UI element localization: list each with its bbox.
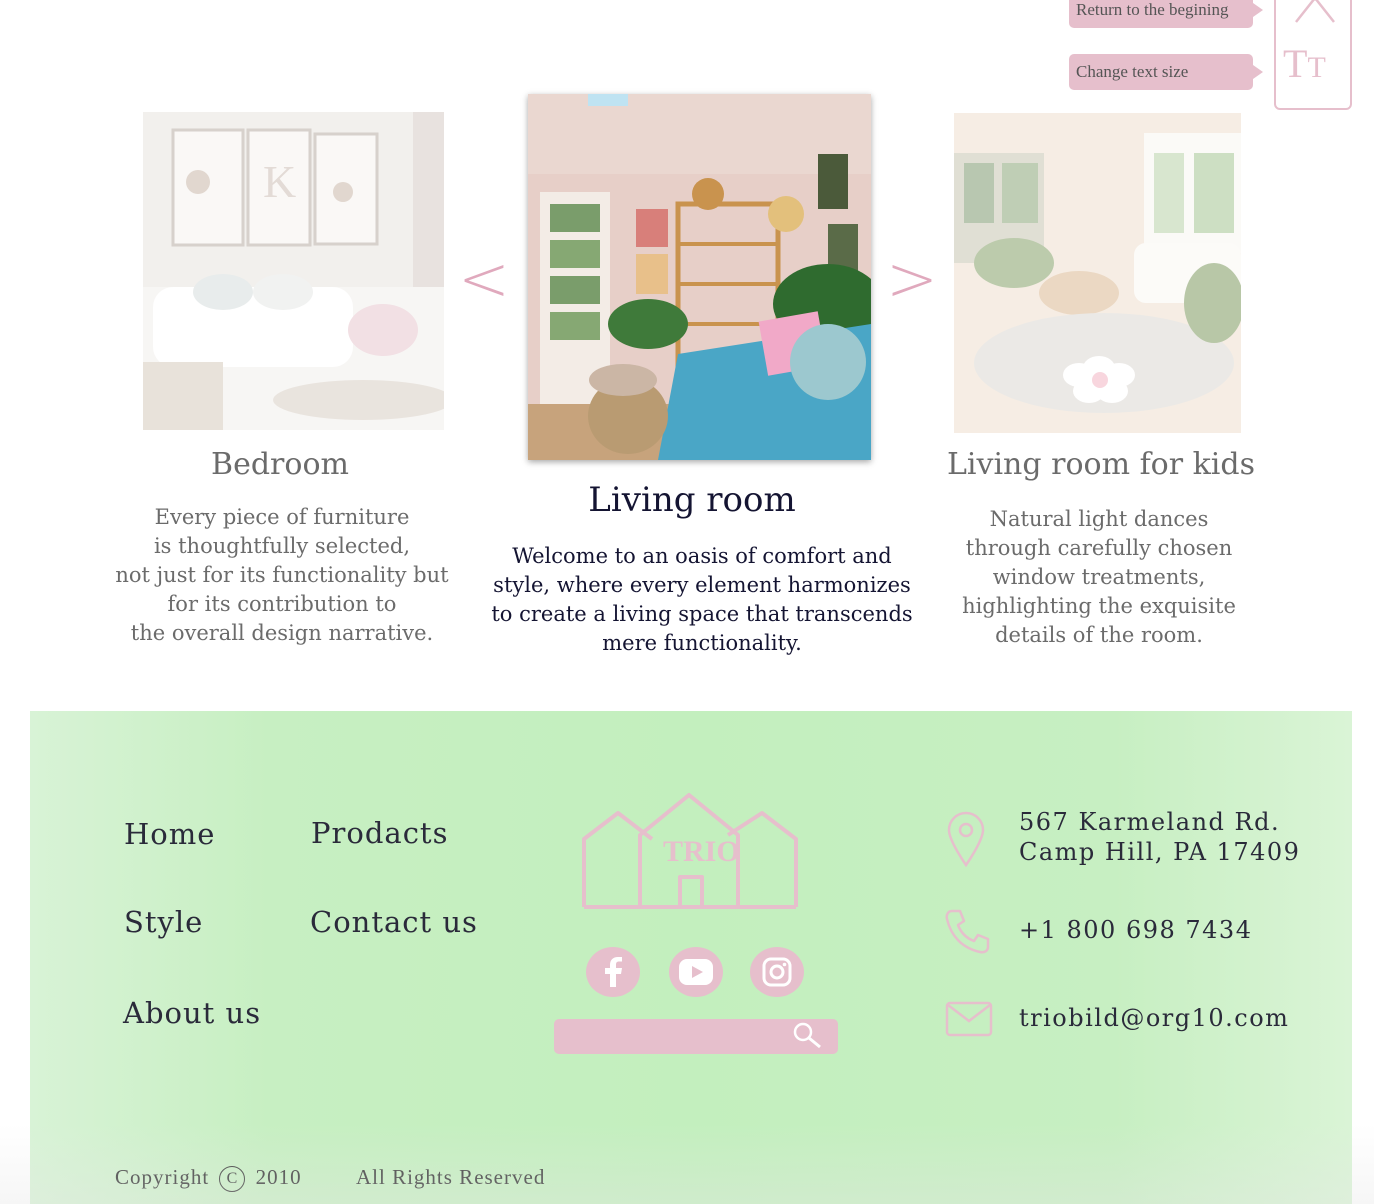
youtube-button[interactable] (669, 947, 723, 997)
site-footer: Home Prodacts Style Contact us About us … (30, 711, 1352, 1204)
rights-reserved-text: All Rights Reserved (356, 1165, 546, 1189)
youtube-icon (679, 959, 713, 985)
facebook-button[interactable] (586, 947, 640, 997)
contact-address: 567 Karmeland Rd. Camp Hill, PA 17409 (1019, 808, 1301, 866)
footer-link-products[interactable]: Prodacts (311, 816, 448, 850)
kids-living-room-image[interactable] (954, 113, 1241, 433)
footer-link-contact[interactable]: Contact us (310, 905, 478, 939)
copyright-symbol: C (219, 1166, 246, 1193)
phone-icon (945, 909, 990, 954)
location-pin-icon (947, 811, 985, 867)
search-icon[interactable] (792, 1022, 824, 1050)
return-to-top-tooltip[interactable]: Return to the begining (1069, 0, 1263, 28)
bedroom-image[interactable]: K (143, 112, 444, 430)
card-text-bedroom: Every piece of furniture is thoughtfully… (115, 505, 449, 645)
card-title-bedroom: Bedroom (211, 447, 349, 482)
footer-link-home[interactable]: Home (124, 817, 215, 851)
carousel-prev-arrow[interactable]: < (458, 248, 510, 310)
text-size-icon[interactable]: TT (1283, 44, 1326, 84)
trio-logo[interactable]: TRIO (582, 791, 800, 915)
carousel-next-arrow[interactable]: > (886, 248, 938, 310)
accessibility-panel: TT (1274, 0, 1352, 110)
living-room-image[interactable] (528, 94, 871, 460)
text-size-tooltip[interactable]: Change text size (1069, 54, 1263, 90)
copyright-year: 2010 (255, 1165, 302, 1189)
chevron-up-icon[interactable] (1294, 0, 1336, 26)
footer-link-about[interactable]: About us (123, 996, 261, 1030)
facebook-icon (605, 957, 622, 987)
text-size-label: Change text size (1076, 62, 1189, 81)
card-text-living-room: Welcome to an oasis of comfort and style… (491, 544, 913, 655)
instagram-button[interactable] (750, 947, 804, 997)
card-text-kids-room: Natural light dances through carefully c… (962, 507, 1236, 647)
svg-text:K: K (263, 156, 296, 207)
copyright-text: Copyright C 2010 (115, 1165, 302, 1193)
contact-email[interactable]: triobild@org10.com (1019, 1003, 1289, 1033)
mail-icon (945, 1001, 993, 1037)
logo-text: TRIO (663, 835, 740, 868)
footer-link-style[interactable]: Style (124, 905, 203, 939)
contact-phone[interactable]: +1 800 698 7434 (1019, 915, 1252, 945)
copyright-prefix: Copyright (115, 1165, 210, 1189)
card-title-living-room: Living room (588, 480, 796, 520)
return-to-top-label: Return to the begining (1076, 0, 1229, 19)
instagram-icon (762, 957, 792, 987)
card-title-kids-room: Living room for kids (947, 447, 1255, 482)
